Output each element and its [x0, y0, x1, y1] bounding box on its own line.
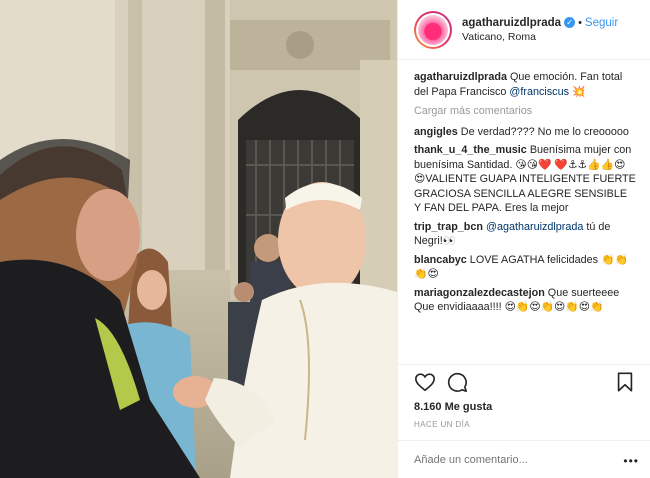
photo-illustration — [0, 0, 397, 478]
caption-emoji: 💥 — [568, 85, 586, 98]
separator-dot: • — [578, 16, 582, 29]
comment-username[interactable]: angigles — [414, 126, 458, 138]
comment-username[interactable]: trip_trap_bcn — [414, 221, 483, 233]
bookmark-icon[interactable] — [614, 371, 636, 393]
avatar-image — [418, 14, 448, 45]
more-options-button[interactable]: ••• — [623, 454, 639, 468]
caption: agatharuizdlprada Que emoción. Fan total… — [414, 70, 636, 99]
comment-icon[interactable] — [446, 371, 468, 393]
header-text: agatharuizdlprada ✓ • Seguir Vaticano, R… — [462, 16, 618, 44]
comment-username[interactable]: mariagonzalezdecastejon — [414, 287, 545, 299]
comment-item: angigles De verdad???? No me lo creooooo — [414, 125, 636, 140]
avatar-ring — [416, 12, 450, 47]
add-comment-bar: ••• — [398, 440, 650, 478]
location-link[interactable]: Vaticano, Roma — [462, 30, 618, 44]
comment-item: thank_u_4_the_music Buenísima mujer con … — [414, 143, 636, 216]
comment-username[interactable]: thank_u_4_the_music — [414, 144, 527, 156]
action-icons — [414, 371, 636, 393]
comments-list[interactable]: agatharuizdlprada Que emoción. Fan total… — [414, 70, 636, 364]
verified-badge-icon: ✓ — [564, 17, 576, 28]
post-header: agatharuizdlprada ✓ • Seguir Vaticano, R… — [398, 0, 650, 60]
caption-username[interactable]: agatharuizdlprada — [414, 71, 507, 83]
comment-mention[interactable]: @agatharuizdlprada — [483, 221, 583, 233]
comment-text: De verdad???? No me lo creooooo — [457, 125, 629, 138]
header-row: agatharuizdlprada ✓ • Seguir — [462, 16, 618, 30]
load-more-comments-button[interactable]: Cargar más comentarios — [414, 104, 636, 119]
comment-item: trip_trap_bcn @agatharuizdlprada tú de N… — [414, 220, 636, 249]
username-link[interactable]: agatharuizdlprada — [462, 16, 561, 30]
comment-item: mariagonzalezdecastejon Que suerteeee Qu… — [414, 286, 636, 315]
avatar[interactable] — [414, 10, 452, 49]
post-photo[interactable] — [0, 0, 397, 478]
post-timestamp[interactable]: HACE UN DÍA — [414, 420, 470, 429]
like-count[interactable]: 8.160 Me gusta — [414, 401, 492, 413]
caption-mention[interactable]: @franciscus — [509, 86, 569, 98]
follow-button[interactable]: Seguir — [585, 16, 618, 30]
heart-icon[interactable] — [414, 371, 436, 393]
comment-item: blancabyc LOVE AGATHA felicidades 👏👏👏😍 — [414, 253, 636, 282]
instagram-post: agatharuizdlprada ✓ • Seguir Vaticano, R… — [0, 0, 650, 478]
post-details-panel: agatharuizdlprada ✓ • Seguir Vaticano, R… — [397, 0, 650, 478]
add-comment-input[interactable] — [414, 453, 614, 466]
comment-username[interactable]: blancabyc — [414, 254, 467, 266]
